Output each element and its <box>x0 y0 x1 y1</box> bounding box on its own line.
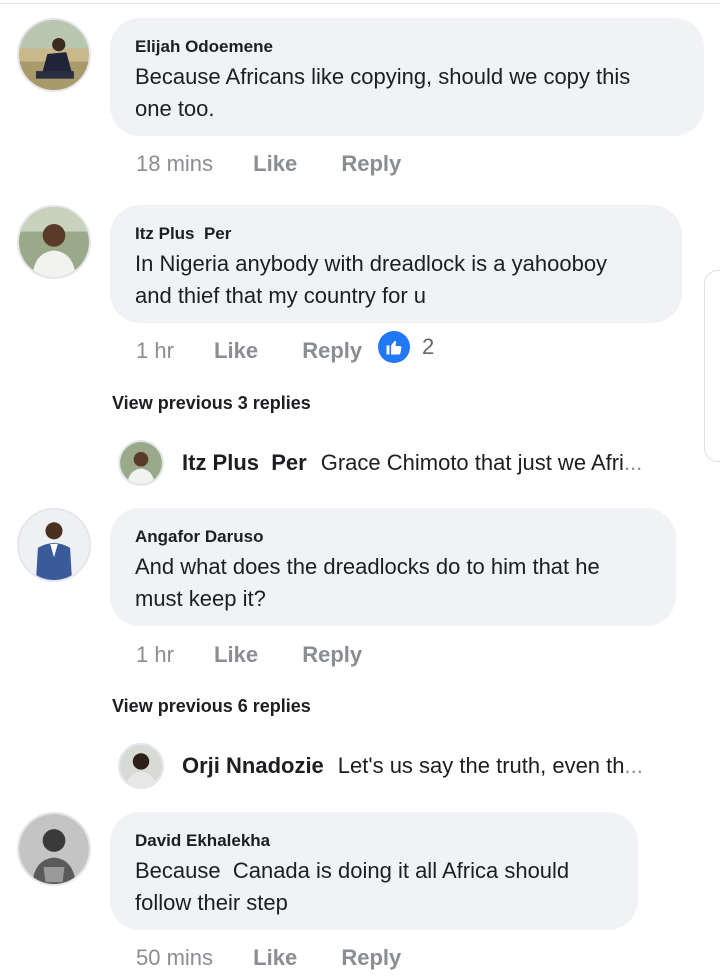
timestamp[interactable]: 18 mins <box>136 151 213 176</box>
timestamp[interactable]: 1 hr <box>136 338 174 363</box>
reply-preview[interactable]: Itz Plus Per Grace Chimoto that just we … <box>118 440 642 486</box>
comment-author[interactable]: Elijah Odoemene <box>135 37 680 57</box>
like-button[interactable]: Like <box>253 151 297 176</box>
comment-text-line: Because Africans like copying, should we… <box>135 64 631 89</box>
avatar-elijah-odoemene[interactable] <box>17 18 91 92</box>
comment-text-line: must keep it? <box>135 586 266 611</box>
avatar-reply-itz-plus-per[interactable] <box>118 440 164 486</box>
like-button[interactable]: Like <box>214 642 258 667</box>
timestamp[interactable]: 50 mins <box>136 945 213 970</box>
thumbs-up-icon <box>378 331 410 363</box>
comment-bubble: Angafor Daruso And what does the dreadlo… <box>110 508 676 626</box>
view-previous-replies-link[interactable]: View previous 3 replies <box>112 393 311 414</box>
comment-text-line: one too. <box>135 96 215 121</box>
comment-author[interactable]: Itz Plus Per <box>135 224 658 244</box>
reply-text: Grace Chimoto that just we Afri... <box>321 450 643 476</box>
reaction-count: 2 <box>422 334 435 359</box>
comment-text: Because Africans like copying, should we… <box>135 61 680 125</box>
reply-text-content: Grace Chimoto that just we Afri <box>320 450 624 475</box>
comment-text-line: And what does the dreadlocks do to him t… <box>135 554 600 579</box>
comment-meta: 1 hr Like Reply <box>136 337 362 365</box>
like-button[interactable]: Like <box>214 338 258 363</box>
reply-button[interactable]: Reply <box>341 945 401 970</box>
comment-meta: 18 mins Like Reply <box>136 150 401 178</box>
avatar-reply-orji-nnadozie[interactable] <box>118 743 164 789</box>
ellipsis: ... <box>624 753 643 778</box>
avatar-david-ekhalekha[interactable] <box>17 812 91 886</box>
comment-author[interactable]: Angafor Daruso <box>135 527 652 547</box>
avatar-angafor-daruso[interactable] <box>17 508 91 582</box>
reply-author[interactable]: Itz Plus Per <box>182 450 307 476</box>
comment-text: And what does the dreadlocks do to him t… <box>135 551 652 615</box>
comment-text-line: follow their step <box>135 890 288 915</box>
comment-text: Because Canada is doing it all Africa sh… <box>135 855 614 919</box>
reaction-summary[interactable]: 2 <box>378 331 434 363</box>
comment-author[interactable]: David Ekhalekha <box>135 831 614 851</box>
top-divider <box>0 3 720 4</box>
view-previous-replies-link[interactable]: View previous 6 replies <box>112 696 311 717</box>
comment-text-line: In Nigeria anybody with dreadlock is a y… <box>135 251 608 276</box>
like-button[interactable]: Like <box>253 945 297 970</box>
reply-button[interactable]: Reply <box>302 642 362 667</box>
reply-author[interactable]: Orji Nnadozie <box>182 753 324 779</box>
reply-button[interactable]: Reply <box>302 338 362 363</box>
reply-preview[interactable]: Orji Nnadozie Let's us say the truth, ev… <box>118 743 643 789</box>
timestamp[interactable]: 1 hr <box>136 642 174 667</box>
comment-bubble: David Ekhalekha Because Canada is doing … <box>110 812 638 930</box>
reply-text-content: Let's us say the truth, even th <box>337 753 625 778</box>
comment-text: In Nigeria anybody with dreadlock is a y… <box>135 248 658 312</box>
ellipsis: ... <box>623 450 643 475</box>
comment-text-line: and thief that my country for u <box>135 283 427 308</box>
comment-meta: 50 mins Like Reply <box>136 944 401 972</box>
side-panel-edge <box>704 270 720 462</box>
comment-meta: 1 hr Like Reply <box>136 641 362 669</box>
comment-text-line: Because Canada is doing it all Africa sh… <box>135 858 570 883</box>
reply-text: Let's us say the truth, even th... <box>338 753 643 779</box>
avatar-itz-plus-per[interactable] <box>17 205 91 279</box>
comment-bubble: Itz Plus Per In Nigeria anybody with dre… <box>110 205 682 323</box>
comment-bubble: Elijah Odoemene Because Africans like co… <box>110 18 704 136</box>
reply-button[interactable]: Reply <box>341 151 401 176</box>
